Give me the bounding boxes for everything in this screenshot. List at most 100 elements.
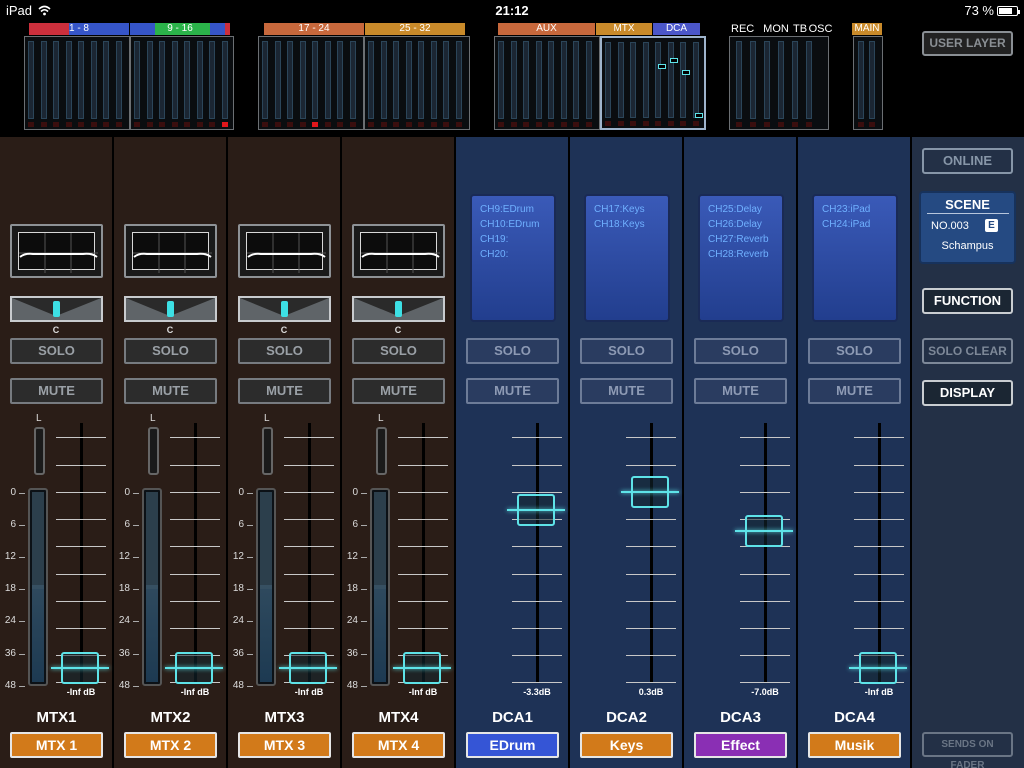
overview-meter xyxy=(736,41,742,119)
meters-1-8[interactable] xyxy=(24,36,130,130)
fader-scale-tick xyxy=(56,437,106,438)
overview-meter xyxy=(380,41,387,119)
mute-button[interactable]: MUTE xyxy=(124,378,217,404)
fader-cap[interactable] xyxy=(849,652,907,684)
channel-label-button[interactable]: MTX 2 xyxy=(124,732,217,758)
scale-label: 48 xyxy=(118,680,130,691)
meters-17-24[interactable] xyxy=(258,36,364,130)
scale-tick-mark xyxy=(19,557,25,558)
fader-cap[interactable] xyxy=(393,652,451,684)
overview-clip-led xyxy=(274,122,281,127)
channel-label-button[interactable]: MTX 1 xyxy=(10,732,103,758)
online-button[interactable]: ONLINE xyxy=(922,148,1013,174)
solo-button[interactable]: SOLO xyxy=(10,338,103,364)
fader-cap[interactable] xyxy=(507,494,565,526)
solo-button[interactable]: SOLO xyxy=(808,338,901,364)
solo-button[interactable]: SOLO xyxy=(124,338,217,364)
solo-button[interactable]: SOLO xyxy=(466,338,559,364)
mute-button[interactable]: MUTE xyxy=(352,378,445,404)
fader-scale-tick xyxy=(398,519,448,520)
solo-button[interactable]: SOLO xyxy=(352,338,445,364)
level-meter-small xyxy=(262,427,273,475)
scale-tick-mark xyxy=(247,493,253,494)
fader-value: -Inf dB xyxy=(864,687,894,697)
dca-assigned-channel: CH28:Reverb xyxy=(708,249,769,260)
channel-label-button[interactable]: Effect xyxy=(694,732,787,758)
overview-clip-led xyxy=(560,122,567,127)
mute-button[interactable]: MUTE xyxy=(580,378,673,404)
overview-clip-led xyxy=(510,122,517,127)
mute-button[interactable]: MUTE xyxy=(238,378,331,404)
fader-scale-tick xyxy=(512,682,562,683)
fader-scale-tick xyxy=(398,601,448,602)
overview-meter xyxy=(498,41,504,119)
mute-button[interactable]: MUTE xyxy=(10,378,103,404)
dca-strip: CH23:iPad CH24:iPad SOLO MUTE -Inf dB xyxy=(798,137,911,700)
fader-value: 0.3dB xyxy=(638,687,664,697)
solo-button[interactable]: SOLO xyxy=(694,338,787,364)
overview-clip-led xyxy=(858,122,864,127)
mute-button[interactable]: MUTE xyxy=(808,378,901,404)
meters-mtx-dca-selected[interactable] xyxy=(600,36,706,130)
function-button[interactable]: FUNCTION xyxy=(922,288,1013,314)
meters-rec-mon-tb-osc[interactable] xyxy=(729,36,829,130)
fader-cap[interactable] xyxy=(621,476,679,508)
channel-label-button[interactable]: MTX 3 xyxy=(238,732,331,758)
solo-button[interactable]: SOLO xyxy=(580,338,673,364)
fader-scale-tick xyxy=(284,437,334,438)
overview-meter xyxy=(146,41,153,119)
scale-label: 24 xyxy=(232,615,244,626)
fader-cap[interactable] xyxy=(51,652,109,684)
pan-control[interactable] xyxy=(238,296,331,322)
meters-main[interactable] xyxy=(853,36,883,130)
dca-assign-screen[interactable]: CH23:iPad CH24:iPad xyxy=(812,194,898,322)
dca-assign-screen[interactable]: CH25:Delay CH26:Delay CH27:Reverb CH28:Reve… xyxy=(698,194,784,322)
fader-track xyxy=(308,423,311,683)
overview-meter xyxy=(573,41,579,119)
pan-control[interactable] xyxy=(352,296,445,322)
scale-tick-mark xyxy=(361,621,367,622)
fader-cap[interactable] xyxy=(735,515,793,547)
fader-scale-tick xyxy=(740,492,790,493)
level-meter-fill xyxy=(32,585,44,682)
scale-label: 6 xyxy=(124,519,130,530)
dca-assign-screen[interactable]: CH9:EDrum CH10:EDrum CH19: CH20: xyxy=(470,194,556,322)
eq-display[interactable] xyxy=(238,224,331,278)
fader-cap[interactable] xyxy=(279,652,337,684)
solo-button[interactable]: SOLO xyxy=(238,338,331,364)
solo-clear-button[interactable]: SOLO CLEAR xyxy=(922,338,1013,364)
mute-button[interactable]: MUTE xyxy=(466,378,559,404)
scale-tick-mark xyxy=(247,525,253,526)
fader-scale-tick xyxy=(512,574,562,575)
meters-9-16[interactable] xyxy=(130,36,234,130)
channel-label-button[interactable]: MTX 4 xyxy=(352,732,445,758)
pan-control[interactable] xyxy=(124,296,217,322)
channel-name: MTX1 xyxy=(36,709,77,726)
overview-clip-led xyxy=(642,121,649,126)
scale-tick-mark xyxy=(247,654,253,655)
user-layer-button[interactable]: USER LAYER xyxy=(922,31,1013,56)
eq-display[interactable] xyxy=(124,224,217,278)
overview-clip-led xyxy=(605,121,611,126)
eq-display[interactable] xyxy=(352,224,445,278)
channel-name: MTX4 xyxy=(378,709,419,726)
meters-25-32[interactable] xyxy=(364,36,470,130)
eq-display[interactable] xyxy=(10,224,103,278)
scene-name: Schampus xyxy=(941,240,994,252)
pan-control[interactable] xyxy=(10,296,103,322)
overview-meter xyxy=(560,41,567,119)
fader-cap[interactable] xyxy=(165,652,223,684)
scene-title: SCENE xyxy=(945,197,990,212)
channel-label-button[interactable]: Keys xyxy=(580,732,673,758)
level-meter-small xyxy=(148,427,159,475)
fader-scale-tick xyxy=(512,628,562,629)
channel-label-button[interactable]: Musik xyxy=(808,732,901,758)
sends-on-fader-button[interactable]: SENDS ON FADER xyxy=(922,732,1013,768)
fader-value: -Inf dB xyxy=(66,687,96,697)
dca-assign-screen[interactable]: CH17:Keys CH18:Keys xyxy=(584,194,670,322)
mute-button[interactable]: MUTE xyxy=(694,378,787,404)
meters-aux[interactable] xyxy=(494,36,600,130)
display-button[interactable]: DISPLAY xyxy=(922,380,1013,406)
scene-panel[interactable]: SCENE NO.003 E Schampus xyxy=(919,191,1016,264)
channel-label-button[interactable]: EDrum xyxy=(466,732,559,758)
